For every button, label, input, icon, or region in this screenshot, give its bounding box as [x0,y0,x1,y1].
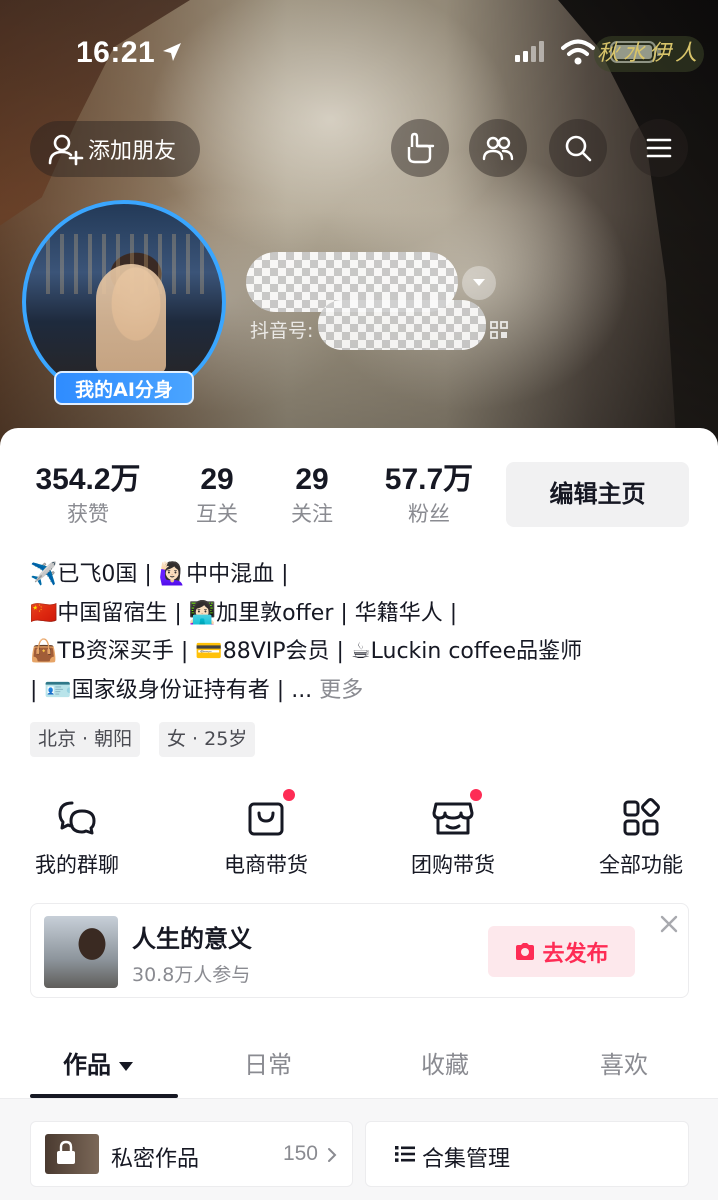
account-switch-button[interactable] [462,266,496,300]
add-friend-button[interactable]: 添加朋友 [30,121,200,177]
shortcut-label: 全部功能 [599,853,683,877]
friends-icon [482,136,514,161]
stat-following[interactable]: 29 关注 [277,462,347,530]
tab-likes[interactable]: 喜欢 [600,1045,648,1080]
shortcut-ecommerce[interactable]: 电商带货 [196,789,336,879]
ai-clone-badge[interactable]: 我的AI分身 [54,371,194,405]
bio[interactable]: ✈️已飞0国 | 🙋🏻‍♀️中中混血 | 🇨🇳中国留宿生 | 👩🏻‍💻加里敦of… [30,556,700,710]
topic-thumbnail [44,916,118,988]
topic-participants: 30.8万人参与 [132,964,251,986]
add-friend-label: 添加朋友 [88,139,177,164]
menu-icon [646,138,672,158]
shortcut-group-buy[interactable]: 团购带货 [383,789,523,879]
stat-likes[interactable]: 354.2万 获赞 [30,462,146,530]
private-works-count: 150 [282,1142,318,1165]
cellular-signal-icon [515,41,544,62]
collection-manage-label: 合集管理 [422,1147,511,1172]
gender-age-tag[interactable]: 女 · 25岁 [159,722,256,757]
search-button[interactable] [549,119,607,177]
stat-label: 关注 [291,502,333,526]
menu-button[interactable] [630,119,688,177]
notification-dot [283,789,295,801]
lock-icon [57,1140,75,1164]
location-tag[interactable]: 北京 · 朝阳 [30,722,141,757]
chevron-right-icon [328,1148,337,1162]
all-features-icon [623,798,660,836]
stat-label: 粉丝 [408,502,450,526]
list-icon [395,1146,415,1162]
wifi-icon [561,39,595,65]
private-works-button[interactable]: 私密作品 150 [30,1121,353,1187]
topic-title: 人生的意义 [132,925,252,953]
tab-label: 作品 [63,1051,111,1079]
stat-value: 29 [295,463,329,496]
shopping-bag-icon [248,802,284,836]
bio-line: 👜TB资深买手 | 💳88VIP会员 | ☕Luckin coffee品鉴师 [30,639,583,664]
stat-followers[interactable]: 57.7万 粉丝 [380,462,478,530]
stat-value: 29 [200,463,234,496]
shortcut-label: 电商带货 [224,853,308,877]
qr-code-icon[interactable] [490,321,508,339]
caret-down-icon [119,1061,133,1071]
bio-line-text: | 🪪国家级身份证持有者 | ... [30,677,313,703]
tab-favorites[interactable]: 收藏 [421,1045,469,1080]
location-arrow-icon [163,43,181,61]
search-icon [565,135,592,162]
private-works-label: 私密作品 [111,1147,200,1172]
visitor-button[interactable] [391,119,449,177]
stat-mutual[interactable]: 29 互关 [182,462,252,530]
status-time: 16:21 [76,36,156,69]
publish-label: 去发布 [542,941,609,967]
stat-label: 互关 [196,502,238,526]
camera-icon [516,942,535,960]
collection-manage-button[interactable]: 合集管理 [365,1121,689,1187]
douyin-id-redacted [318,300,486,350]
edit-profile-button[interactable]: 编辑主页 [506,462,689,527]
douyin-id-label: 抖音号: [250,320,314,342]
chevron-down-icon [473,279,485,286]
shortcut-all-features[interactable]: 全部功能 [571,795,711,879]
shortcut-group-chat[interactable]: 我的群聊 [7,795,147,879]
watermark-logo: 秋水伊人 [594,36,704,72]
bio-line: 🇨🇳中国留宿生 | 👩🏻‍💻加里敦offer | 华籍华人 | [30,600,458,626]
status-bar: 16:21 秋水伊人 [0,30,718,80]
friends-button[interactable] [469,119,527,177]
bio-line: ✈️已飞0国 | 🙋🏻‍♀️中中混血 | [30,562,289,587]
bio-line: | 🪪国家级身份证持有者 | ... 更多 [30,672,700,711]
tab-works[interactable]: 作品 [63,1045,133,1080]
shortcut-label: 团购带货 [411,853,495,877]
stat-label: 获赞 [67,502,109,526]
stat-value: 354.2万 [35,463,141,496]
stat-value: 57.7万 [384,463,474,496]
add-user-icon [48,134,84,166]
group-chat-icon [58,801,96,835]
store-icon [432,802,474,835]
tab-daily[interactable]: 日常 [244,1045,292,1080]
publish-button[interactable]: 去发布 [488,926,635,977]
notification-dot [470,789,482,801]
shortcut-label: 我的群聊 [35,853,119,877]
bio-more-link[interactable]: 更多 [319,678,363,703]
close-icon[interactable] [659,914,679,934]
topic-card[interactable]: 人生的意义 30.8万人参与 去发布 [30,903,689,998]
hand-point-icon [407,132,435,164]
